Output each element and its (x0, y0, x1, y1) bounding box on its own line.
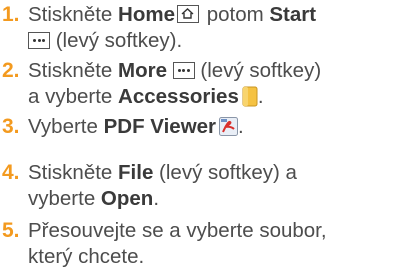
app-label-pdf-viewer: PDF Viewer (103, 115, 217, 138)
text: potom (201, 3, 270, 26)
text: (levý softkey) (194, 59, 322, 82)
step-5: 5. Přesouvejte se a vyberte soubor, kter… (0, 218, 408, 270)
step-text: Vyberte PDF Viewer. (28, 114, 404, 140)
text: Stiskněte (28, 59, 119, 82)
step-line: (levý softkey). (28, 28, 404, 54)
text: Přesouvejte se a vyberte soubor, (28, 219, 327, 242)
text: Stiskněte (28, 161, 119, 184)
text: Stiskněte (28, 3, 119, 26)
step-number: 4. (2, 161, 20, 184)
home-key-icon (177, 5, 199, 23)
text: (levý softkey) a (153, 161, 297, 184)
menu-label-file: File (118, 161, 154, 184)
step-line: Stiskněte More (levý softkey) (28, 58, 404, 84)
menu-label-accessories: Accessories (118, 85, 239, 108)
step-1: 1. Stiskněte Home potom Start (levý soft… (0, 2, 408, 54)
step-number: 1. (2, 3, 20, 26)
key-label-home: Home (118, 3, 175, 26)
step-line: který chcete. (28, 244, 404, 270)
step-4: 4. Stiskněte File (levý softkey) a vyber… (0, 160, 408, 212)
text: . (153, 187, 160, 210)
step-line: vyberte Open. (28, 186, 404, 212)
key-label-start: Start (269, 3, 317, 26)
step-number: 3. (2, 115, 20, 138)
step-text: Stiskněte File (levý softkey) a vyberte … (28, 160, 404, 212)
text: . (238, 115, 244, 138)
step-number: 5. (2, 219, 20, 242)
step-text: Stiskněte More (levý softkey) a vyberte … (28, 58, 404, 110)
text: Vyberte (28, 115, 104, 138)
text: (levý softkey). (50, 29, 183, 52)
step-line: a vyberte Accessories. (28, 84, 404, 110)
text: vyberte (28, 187, 101, 210)
pdf-viewer-icon (219, 117, 239, 136)
text: a vyberte (28, 85, 119, 108)
text: . (257, 85, 264, 108)
step-line: Přesouvejte se a vyberte soubor, (28, 218, 404, 244)
text: který chcete. (28, 245, 145, 268)
step-line: Vyberte PDF Viewer. (28, 114, 404, 140)
folder-icon (242, 86, 258, 107)
step-text: Stiskněte Home potom Start (levý softkey… (28, 2, 404, 54)
step-line: Stiskněte Home potom Start (28, 2, 404, 28)
step-3: 3. Vyberte PDF Viewer. (0, 114, 408, 140)
more-dots-key-icon (172, 62, 195, 79)
more-dots-key-icon (28, 32, 50, 49)
step-text: Přesouvejte se a vyberte soubor, který c… (28, 218, 404, 270)
key-label-more: More (118, 59, 168, 82)
step-number: 2. (2, 59, 20, 82)
menu-label-open: Open (100, 187, 154, 210)
step-line: Stiskněte File (levý softkey) a (28, 160, 404, 186)
step-2: 2. Stiskněte More (levý softkey) a vyber… (0, 58, 408, 110)
